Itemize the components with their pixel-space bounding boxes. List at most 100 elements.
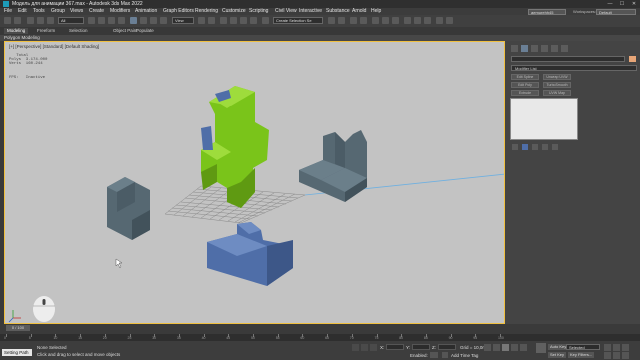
rendered-frame-window-icon[interactable] xyxy=(414,17,421,24)
tab-modeling[interactable]: Modeling xyxy=(4,28,29,34)
trackbar[interactable]: 0 5 10 15 20 25 30 35 40 45 50 55 60 65 70 75 80 85 90 95 10… xyxy=(0,334,640,341)
modifier-stack[interactable] xyxy=(510,98,578,140)
a360-gallery-icon[interactable] xyxy=(446,17,453,24)
select-object-icon[interactable] xyxy=(88,17,95,24)
maximize-button[interactable]: ☐ xyxy=(616,0,628,8)
go-to-end-icon[interactable] xyxy=(520,344,527,351)
render-in-cloud-icon[interactable] xyxy=(436,17,443,24)
schematic-view-icon[interactable] xyxy=(382,17,389,24)
menu-create[interactable]: Create xyxy=(89,8,104,15)
select-by-name-icon[interactable] xyxy=(98,17,105,24)
toggle-ribbon-icon[interactable] xyxy=(360,17,367,24)
tab-populate[interactable]: Populate xyxy=(133,28,157,34)
y-coordinate-field[interactable] xyxy=(412,344,430,350)
go-to-start-icon[interactable] xyxy=(484,344,491,351)
modifier-button-edit-spline[interactable]: Edit Spline xyxy=(511,74,539,80)
x-coordinate-field[interactable] xyxy=(386,344,404,350)
menu-views[interactable]: Views xyxy=(70,8,83,15)
pan-view-icon[interactable] xyxy=(613,352,620,359)
menu-scripting[interactable]: Scripting xyxy=(249,8,268,15)
show-end-result-icon[interactable] xyxy=(522,144,528,150)
select-and-move-icon[interactable] xyxy=(130,17,137,24)
rectangular-selection-icon[interactable] xyxy=(108,17,115,24)
field-of-view-icon[interactable] xyxy=(604,352,611,359)
bind-space-warp-icon[interactable] xyxy=(47,17,54,24)
modifier-button-uvw-map[interactable]: UVW Map xyxy=(543,90,571,96)
selection-lock-icon[interactable] xyxy=(361,344,368,351)
play-icon[interactable] xyxy=(502,344,509,351)
orbit-icon[interactable] xyxy=(622,352,629,359)
utilities-tab-icon[interactable] xyxy=(561,45,568,52)
menu-file[interactable]: File xyxy=(4,8,12,15)
object-color-swatch[interactable] xyxy=(629,56,636,62)
time-slider[interactable]: 0 / 100 xyxy=(6,325,30,331)
hierarchy-tab-icon[interactable] xyxy=(531,45,538,52)
menu-graph-editors[interactable]: Graph Editors xyxy=(163,8,194,15)
menu-substance[interactable]: Substance xyxy=(326,8,350,15)
named-selection-dropdown[interactable]: Create Selection Se xyxy=(273,17,323,24)
modifier-button-extrude[interactable]: Extrude xyxy=(511,90,539,96)
scene-canvas[interactable] xyxy=(5,42,505,324)
tab-selection[interactable]: Selection xyxy=(66,28,91,34)
absolute-mode-icon[interactable] xyxy=(370,344,377,351)
align-icon[interactable] xyxy=(338,17,345,24)
menu-arnold[interactable]: Arnold xyxy=(352,8,366,15)
zoom-extents-icon[interactable] xyxy=(622,344,629,351)
percent-snap-icon[interactable] xyxy=(240,17,247,24)
display-tab-icon[interactable] xyxy=(551,45,558,52)
curve-editor-icon[interactable] xyxy=(372,17,379,24)
menu-customize[interactable]: Customize xyxy=(222,8,246,15)
modifier-list-dropdown[interactable]: Modifier List xyxy=(511,65,637,71)
time-tag-icon[interactable] xyxy=(442,352,448,358)
isolate-selection-icon[interactable] xyxy=(352,344,359,351)
close-button[interactable]: ✕ xyxy=(628,0,640,8)
layer-explorer-icon[interactable] xyxy=(350,17,357,24)
zoom-all-icon[interactable] xyxy=(613,344,620,351)
pivot-center-icon[interactable] xyxy=(198,17,205,24)
reference-coordinate-dropdown[interactable]: View xyxy=(172,17,194,24)
keyboard-shortcut-override-icon[interactable] xyxy=(208,17,215,24)
previous-frame-icon[interactable] xyxy=(493,344,500,351)
adaptive-degradation-icon[interactable] xyxy=(430,352,438,358)
menu-civil-view[interactable]: Civil View xyxy=(275,8,297,15)
render-production-icon[interactable] xyxy=(424,17,431,24)
object-name-field[interactable] xyxy=(511,56,625,62)
select-and-place-icon[interactable] xyxy=(160,17,167,24)
snaps-toggle-icon[interactable] xyxy=(220,17,227,24)
add-time-tag-button[interactable]: Add Time Tag xyxy=(451,353,478,358)
make-unique-icon[interactable] xyxy=(532,144,538,150)
mirror-icon[interactable] xyxy=(328,17,335,24)
minimize-button[interactable]: — xyxy=(604,0,616,8)
link-icon[interactable] xyxy=(27,17,34,24)
menu-group[interactable]: Group xyxy=(51,8,65,15)
edit-named-selection-icon[interactable] xyxy=(262,17,269,24)
menu-edit[interactable]: Edit xyxy=(18,8,27,15)
window-crossing-icon[interactable] xyxy=(118,17,125,24)
select-and-scale-icon[interactable] xyxy=(150,17,157,24)
maxscript-listener[interactable]: Setting Path xyxy=(2,349,32,356)
render-setup-icon[interactable] xyxy=(404,17,411,24)
key-mode-dropdown[interactable]: Selected xyxy=(566,344,600,350)
time-slider-bar[interactable]: 0 / 100 xyxy=(0,324,640,334)
modifier-button-unwrap-uvw[interactable]: Unwrap UVW xyxy=(543,74,571,80)
next-frame-icon[interactable] xyxy=(511,344,518,351)
modifier-button-turbosmooth[interactable]: TurboSmooth xyxy=(543,82,571,88)
unlink-icon[interactable] xyxy=(37,17,44,24)
configure-modifier-sets-icon[interactable] xyxy=(552,144,558,150)
create-tab-icon[interactable] xyxy=(511,45,518,52)
remove-modifier-icon[interactable] xyxy=(542,144,548,150)
motion-tab-icon[interactable] xyxy=(541,45,548,52)
menu-help[interactable]: Help xyxy=(371,8,381,15)
set-key-large-icon[interactable] xyxy=(536,343,546,353)
workspace-dropdown[interactable]: Default xyxy=(596,8,636,15)
zoom-icon[interactable] xyxy=(604,344,611,351)
spinner-snap-icon[interactable] xyxy=(250,17,257,24)
tab-freeform[interactable]: Freeform xyxy=(34,28,58,34)
set-key-button[interactable]: Set Key xyxy=(548,352,567,358)
menu-animation[interactable]: Animation xyxy=(135,8,157,15)
pin-stack-icon[interactable] xyxy=(512,144,518,150)
material-editor-icon[interactable] xyxy=(392,17,399,24)
key-filters-button[interactable]: Key Filters... xyxy=(568,352,595,358)
selection-filter-dropdown[interactable]: All xyxy=(58,17,84,24)
angle-snap-icon[interactable] xyxy=(230,17,237,24)
